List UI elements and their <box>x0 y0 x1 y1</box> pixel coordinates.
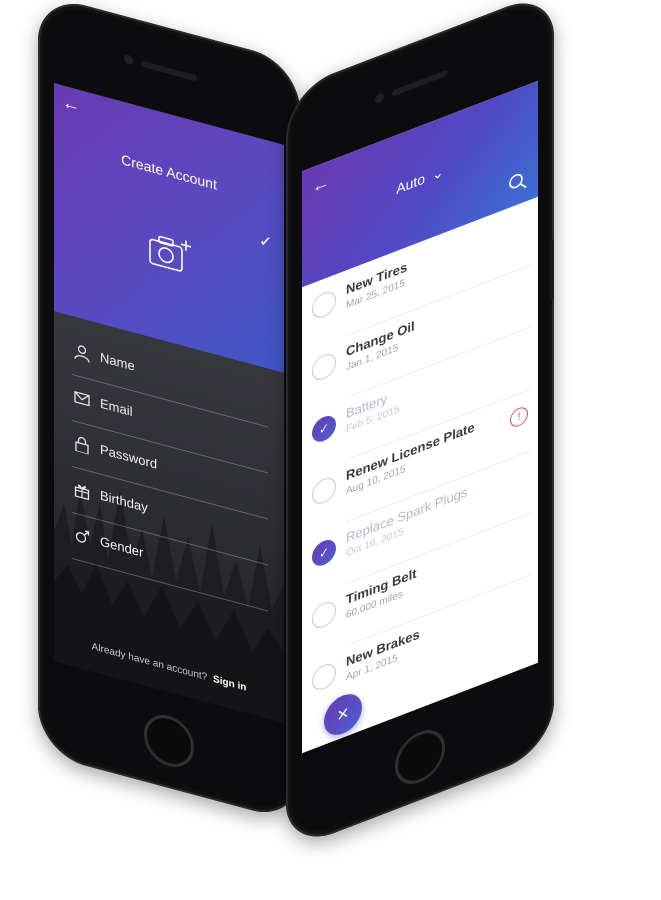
checkbox-icon[interactable] <box>312 474 336 508</box>
person-icon <box>74 343 90 363</box>
field-label: Birthday <box>100 487 148 516</box>
create-account-screen: ← Create Account ✓ Name Email Password B… <box>54 83 284 723</box>
gift-icon <box>74 481 90 501</box>
checkbox-icon[interactable] <box>312 660 336 694</box>
home-button[interactable] <box>144 709 194 773</box>
back-button[interactable]: ← <box>62 91 80 117</box>
check-icon[interactable]: ✓ <box>312 536 336 570</box>
front-camera-icon <box>124 53 133 66</box>
field-label: Password <box>100 441 158 472</box>
field-label: Gender <box>100 533 144 561</box>
envelope-icon <box>74 389 90 409</box>
auto-task-screen: ← Auto ⌄ New Tires Mar 25, 2015 Change O… <box>302 80 538 754</box>
side-button <box>550 238 554 301</box>
gender-icon <box>74 527 90 547</box>
earpiece-speaker <box>392 69 448 97</box>
checkbox-icon[interactable] <box>312 598 336 632</box>
chevron-down-icon[interactable]: ⌄ <box>432 163 444 184</box>
home-button[interactable] <box>395 722 445 792</box>
check-icon[interactable]: ✓ <box>312 412 336 446</box>
header-gradient <box>54 83 284 373</box>
alert-icon: ! <box>510 404 528 430</box>
earpiece-speaker <box>141 60 197 82</box>
field-label: Name <box>100 349 135 374</box>
lock-icon <box>74 435 90 456</box>
checkbox-icon[interactable] <box>312 350 336 384</box>
field-label: Email <box>100 395 133 420</box>
checkbox-icon[interactable] <box>312 288 336 322</box>
phone-left: ← Create Account ✓ Name Email Password B… <box>38 0 300 824</box>
confirm-button[interactable]: ✓ <box>259 230 272 254</box>
front-camera-icon <box>375 91 384 105</box>
phone-right: ← Auto ⌄ New Tires Mar 25, 2015 Change O… <box>286 0 554 852</box>
